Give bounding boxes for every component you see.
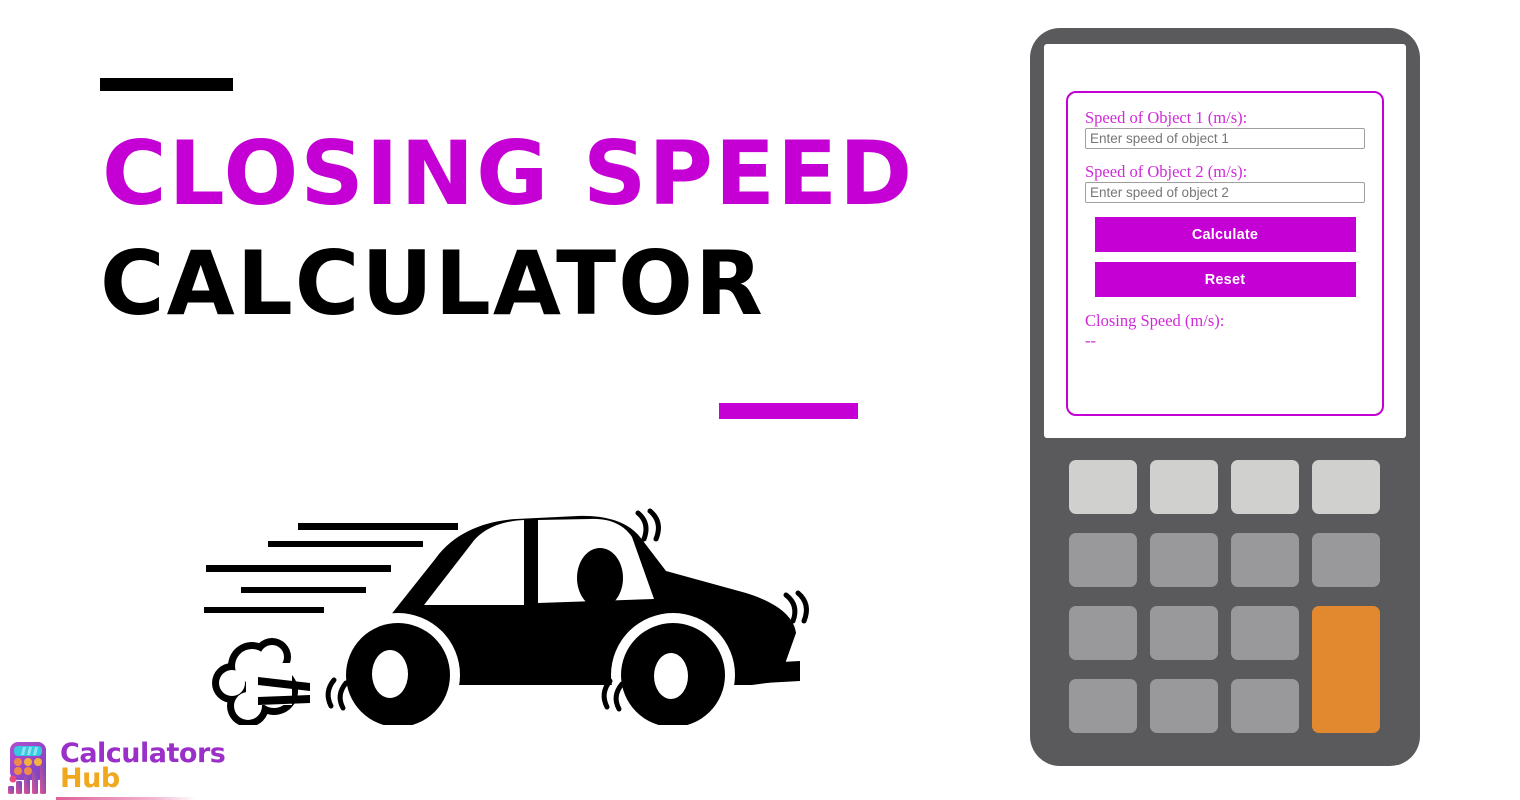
logo-word-hub: Hub xyxy=(60,763,120,794)
speed-object-1-input[interactable] xyxy=(1085,128,1365,149)
keypad-key-r2c3[interactable] xyxy=(1231,533,1299,587)
calculator-keypad xyxy=(1069,460,1381,733)
brand-logo[interactable]: Calculators Hub xyxy=(4,736,226,800)
closing-speed-result-value: -- xyxy=(1085,330,1096,350)
keypad-key-r1c3[interactable] xyxy=(1231,460,1299,514)
keypad-key-r2c4[interactable] xyxy=(1312,533,1380,587)
accent-bar-bottom xyxy=(719,403,858,419)
promo-panel: CLOSING SPEED CALCULATOR Calculators Hub xyxy=(0,0,1000,800)
reset-button[interactable]: Reset xyxy=(1094,262,1356,297)
keypad-key-r2c1[interactable] xyxy=(1069,533,1137,587)
speeding-car-icon xyxy=(186,485,826,737)
closing-speed-form: Speed of Object 1 (m/s): Speed of Object… xyxy=(1066,91,1384,416)
keypad-key-r2c2[interactable] xyxy=(1150,533,1218,587)
keypad-key-r4c1[interactable] xyxy=(1069,679,1137,733)
calculator-bar-chart-logo-icon xyxy=(4,739,54,795)
calculator-device: Speed of Object 1 (m/s): Speed of Object… xyxy=(1030,28,1420,766)
keypad-key-r3c2[interactable] xyxy=(1150,606,1218,660)
headline-line-secondary: CALCULATOR xyxy=(100,232,765,335)
headline-line-primary: CLOSING SPEED xyxy=(102,122,915,225)
keypad-key-accent-tall[interactable] xyxy=(1312,606,1380,733)
keypad-key-r1c4[interactable] xyxy=(1312,460,1380,514)
accent-bar-top xyxy=(100,78,233,91)
page-title: CLOSING SPEED CALCULATOR xyxy=(100,130,960,328)
speed-object-2-input[interactable] xyxy=(1085,182,1365,203)
keypad-key-r3c3[interactable] xyxy=(1231,606,1299,660)
keypad-key-r3c1[interactable] xyxy=(1069,606,1137,660)
keypad-key-r4c2[interactable] xyxy=(1150,679,1218,733)
keypad-key-r4c3[interactable] xyxy=(1231,679,1299,733)
keypad-key-r1c1[interactable] xyxy=(1069,460,1137,514)
brand-logo-text: Calculators Hub xyxy=(60,740,226,794)
closing-speed-result-label: Closing Speed (m/s): xyxy=(1085,311,1225,330)
speed-object-2-label: Speed of Object 2 (m/s): xyxy=(1085,162,1248,181)
speed-object-1-label: Speed of Object 1 (m/s): xyxy=(1085,108,1248,127)
keypad-key-r1c2[interactable] xyxy=(1150,460,1218,514)
calculate-button[interactable]: Calculate xyxy=(1094,217,1356,252)
calculator-screen: Speed of Object 1 (m/s): Speed of Object… xyxy=(1044,44,1406,438)
